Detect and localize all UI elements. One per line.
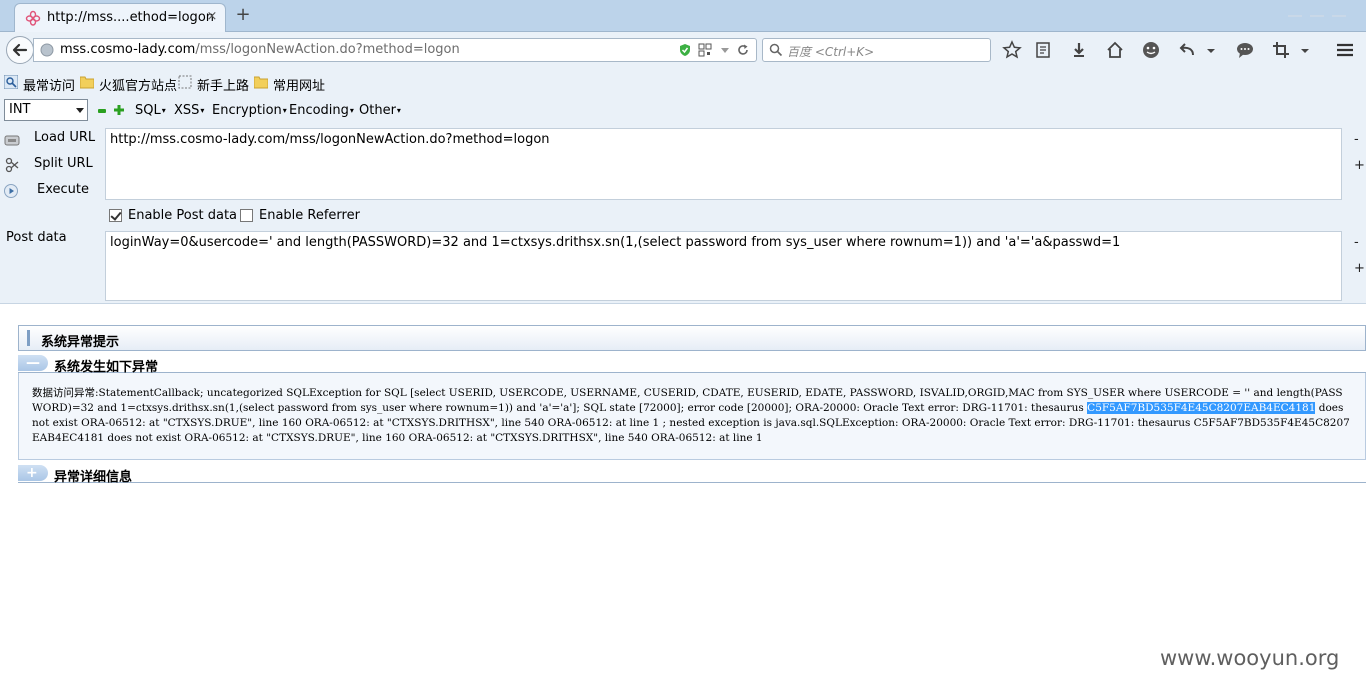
menu-label: Encryption — [212, 103, 282, 118]
enable-post-checkbox[interactable]: Enable Post data — [109, 208, 237, 224]
tab-title: http://mss....ethod=logon — [47, 10, 215, 25]
folder-icon — [254, 76, 268, 89]
select-arrow-icon — [76, 108, 84, 113]
section-details-header[interactable]: + 异常详细信息 — [18, 463, 1366, 485]
bookmark-label: 新手上路 — [197, 79, 250, 94]
back-button[interactable] — [6, 36, 34, 64]
menu-other[interactable]: Other▾ — [359, 103, 401, 118]
search-box[interactable]: 百度 <Ctrl+K> — [762, 38, 991, 62]
folder-icon — [80, 76, 94, 89]
minus-icon: — — [26, 355, 40, 371]
error-message-box: 数据访问异常:StatementCallback; uncategorized … — [18, 373, 1366, 460]
search-placeholder: 百度 <Ctrl+K> — [787, 45, 875, 59]
search-icon — [769, 43, 783, 57]
crop-dropdown-icon[interactable] — [1299, 40, 1311, 60]
panel-title: 系统异常提示 — [41, 335, 120, 350]
bookmarks-toolbar: 最常访问 火狐官方站点 新手上路 常用网址 — [0, 68, 1366, 96]
scissors-icon — [5, 157, 19, 173]
menu-hamburger-icon[interactable] — [1335, 40, 1355, 60]
menu-encoding[interactable]: Encoding▾ — [289, 103, 354, 118]
split-url-label: Split URL — [34, 156, 93, 171]
load-url-icon — [4, 135, 20, 146]
post-data-textarea[interactable]: loginWay=0&usercode=' and length(PASSWOR… — [105, 231, 1342, 301]
address-bar[interactable]: mss.cosmo-lady.com/mss/logonNewAction.do… — [33, 38, 757, 62]
watermark-text: www.wooyun.org — [1160, 646, 1340, 670]
new-tab-button[interactable]: + — [233, 5, 253, 25]
menu-label: SQL — [135, 103, 161, 118]
back-arrow-icon — [12, 43, 28, 57]
undo-icon[interactable] — [1177, 40, 1197, 60]
download-icon[interactable] — [1069, 40, 1089, 60]
menu-encryption[interactable]: Encryption▾ — [212, 103, 287, 118]
enable-referrer-checkbox[interactable]: Enable Referrer — [240, 208, 360, 224]
menu-label: Other — [359, 103, 396, 118]
bookmark-label: 火狐官方站点 — [99, 79, 178, 94]
enable-referrer-label: Enable Referrer — [259, 208, 360, 223]
checkbox-checked-icon — [109, 209, 122, 222]
load-url-label: Load URL — [34, 130, 96, 145]
reload-icon[interactable] — [736, 43, 750, 57]
qr-code-icon[interactable] — [698, 43, 712, 57]
dotted-bookmark-icon — [178, 75, 192, 89]
reading-list-icon[interactable] — [1033, 40, 1053, 60]
globe-icon — [40, 43, 54, 57]
menu-label: Encoding — [289, 103, 349, 118]
menu-xss[interactable]: XSS▾ — [174, 103, 204, 118]
type-select-value: INT — [9, 102, 31, 117]
shield-icon[interactable] — [678, 43, 692, 57]
collapse-toggle[interactable]: — — [18, 355, 48, 371]
selected-thesaurus-id: C5F5AF7BD535F4E45C8207EAB4EC4181 — [1087, 402, 1316, 414]
hackbar-panel: INT SQL▾ XSS▾ Encryption▾ Encoding▾ Othe… — [0, 96, 1366, 304]
crop-icon[interactable] — [1271, 40, 1291, 60]
menu-label: XSS — [174, 103, 200, 118]
bookmark-getting-started[interactable]: 新手上路 — [178, 75, 250, 94]
tab-close-icon[interactable]: × — [205, 9, 219, 25]
home-icon[interactable] — [1105, 40, 1125, 60]
active-tab[interactable]: http://mss....ethod=logon × — [14, 3, 226, 32]
bookmark-firefox-official[interactable]: 火狐官方站点 — [80, 75, 178, 94]
post-data-label: Post data — [6, 230, 67, 245]
bookmark-most-visited[interactable]: 最常访问 — [4, 75, 76, 94]
smiley-icon[interactable] — [1141, 40, 1161, 60]
url-textarea[interactable]: http://mss.cosmo-lady.com/mss/logonNewAc… — [105, 128, 1342, 200]
tab-strip: http://mss....ethod=logon × + — [0, 0, 1366, 32]
undo-dropdown-icon[interactable] — [1205, 40, 1217, 60]
bookmark-label: 常用网址 — [273, 79, 326, 94]
url-path: /mss/logonNewAction.do?method=logon — [195, 42, 460, 57]
url-host: mss.cosmo-lady.com — [60, 42, 196, 57]
navigation-bar: mss.cosmo-lady.com/mss/logonNewAction.do… — [0, 32, 1366, 68]
most-visited-icon — [4, 75, 18, 89]
type-select[interactable]: INT — [4, 99, 88, 121]
plus-icon: + — [26, 465, 38, 481]
section-details-title: 异常详细信息 — [54, 470, 133, 485]
execute-label: Execute — [37, 182, 89, 197]
enable-post-label: Enable Post data — [128, 208, 238, 223]
section-exception-header[interactable]: — 系统发生如下异常 — [18, 353, 1366, 375]
address-text: mss.cosmo-lady.com/mss/logonNewAction.do… — [60, 42, 460, 57]
dropdown-arrow-icon[interactable] — [718, 43, 732, 57]
flower-favicon-icon — [25, 10, 41, 26]
expand-toggle[interactable]: + — [18, 465, 48, 481]
play-icon — [4, 184, 18, 198]
window-controls — [1280, 6, 1360, 22]
execute-button[interactable]: Execute — [4, 181, 100, 201]
chat-bubble-icon[interactable] — [1235, 40, 1255, 60]
url-grow-button[interactable]: + — [1354, 158, 1365, 173]
error-message: 数据访问异常:StatementCallback; uncategorized … — [32, 386, 1352, 446]
url-shrink-button[interactable]: - — [1354, 132, 1359, 147]
split-url-button[interactable]: Split URL — [4, 155, 100, 175]
bookmark-common-sites[interactable]: 常用网址 — [254, 75, 326, 94]
decrease-icon[interactable] — [98, 109, 106, 113]
post-grow-button[interactable]: + — [1354, 261, 1365, 276]
header-bar-accent — [27, 330, 30, 346]
panel-header: 系统异常提示 — [18, 325, 1366, 351]
post-shrink-button[interactable]: - — [1354, 235, 1359, 250]
bookmark-star-icon[interactable] — [1002, 40, 1022, 60]
checkbox-unchecked-icon — [240, 209, 253, 222]
increase-icon[interactable] — [114, 105, 124, 115]
load-url-button[interactable]: Load URL — [4, 129, 100, 149]
menu-sql[interactable]: SQL▾ — [135, 103, 166, 118]
bookmark-label: 最常访问 — [23, 79, 76, 94]
